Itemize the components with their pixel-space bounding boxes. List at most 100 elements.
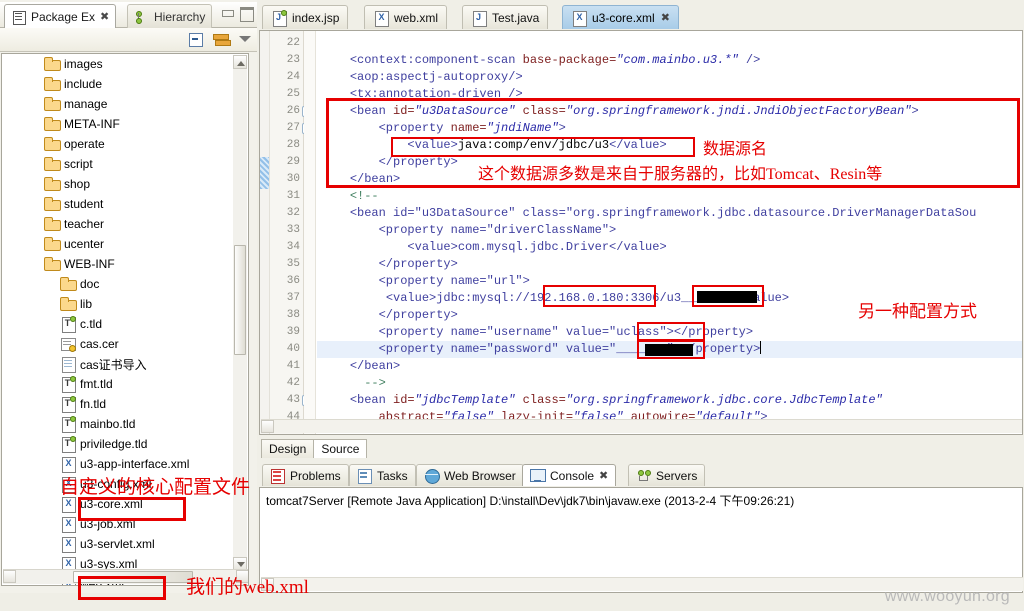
tree-item-u3-servlet-xml[interactable]: u3-servlet.xml <box>2 534 234 554</box>
editor-tab-web-xml[interactable]: web.xml <box>364 5 448 29</box>
tree-item-ucenter[interactable]: ucenter <box>2 234 234 254</box>
tree-item-doc[interactable]: doc <box>2 274 234 294</box>
line-number: 28 <box>286 139 300 151</box>
tab-tasks[interactable]: Tasks <box>349 464 416 486</box>
code-line[interactable]: </bean> <box>317 358 1022 375</box>
tree-item-images[interactable]: images <box>2 54 234 74</box>
tree-item-include[interactable]: include <box>2 74 234 94</box>
tree-item-operate[interactable]: operate <box>2 134 234 154</box>
tree-item-cas[interactable]: cas证书导入 <box>2 354 234 374</box>
editor-tab-u3-core-xml[interactable]: u3-core.xml ✖ <box>562 5 679 29</box>
tree-item-u3-app-interface-xml[interactable]: u3-app-interface.xml <box>2 454 234 474</box>
tree-item-script[interactable]: script <box>2 154 234 174</box>
tasks-icon <box>357 468 372 484</box>
code-line[interactable]: <tx:annotation-driven /> <box>317 86 1022 103</box>
code-line[interactable]: <property name="driverClassName"> <box>317 222 1022 239</box>
maximize-icon[interactable] <box>240 7 254 22</box>
code-line[interactable]: </property> <box>317 256 1022 273</box>
tree-item-c-tld[interactable]: c.tld <box>2 314 234 334</box>
tree-item-shop[interactable]: shop <box>2 174 234 194</box>
link-with-editor-icon[interactable] <box>212 31 231 47</box>
tree-item-fmt-tld[interactable]: fmt.tld <box>2 374 234 394</box>
code-line[interactable]: --> <box>317 375 1022 392</box>
line-number: 32 <box>286 207 300 219</box>
tab-source[interactable]: Source <box>313 439 368 458</box>
tree-item-web-inf[interactable]: WEB-INF <box>2 254 234 274</box>
code-line[interactable]: <property name="jndiName"> <box>317 120 1022 137</box>
code-line[interactable]: <!-- <box>317 188 1022 205</box>
certificate-file-icon <box>60 336 76 352</box>
folder-icon <box>44 136 61 152</box>
line-number-ruler: 22 23 24 25 26 27 28 29 30 31 32 33 34 35 36 37 38 39 40 41… <box>270 31 313 434</box>
editor-gutter[interactable] <box>260 31 270 434</box>
tree-item-lib[interactable]: lib <box>2 294 234 314</box>
tree-item-meta-inf[interactable]: META-INF <box>2 114 234 134</box>
tree-item-fn-tld[interactable]: fn.tld <box>2 394 234 414</box>
tab-console[interactable]: Console ✖ <box>522 464 617 486</box>
editor-tab-label: Test.java <box>492 10 540 25</box>
xml-file-icon <box>60 516 76 533</box>
tree-item-mainbo-tld[interactable]: mainbo.tld <box>2 414 234 434</box>
close-icon[interactable]: ✖ <box>100 10 109 23</box>
code-line[interactable]: <aop:aspectj-autoproxy/> <box>317 69 1022 86</box>
close-icon[interactable]: ✖ <box>599 469 608 482</box>
tree-item-cas-cer[interactable]: cas.cer <box>2 334 234 354</box>
scroll-left-icon[interactable] <box>3 570 16 583</box>
code-line[interactable]: <property name="username" value="uclass"… <box>317 324 1022 341</box>
close-icon[interactable]: ✖ <box>661 11 670 24</box>
web-browser-icon <box>424 468 440 484</box>
source-editor[interactable]: 22 23 24 25 26 27 28 29 30 31 32 33 34 35 36 37 38 39 40 41… <box>259 30 1023 435</box>
folder-icon <box>44 256 61 272</box>
code-line[interactable] <box>317 35 1022 52</box>
editor-tab-index-jsp[interactable]: index.jsp <box>262 5 349 29</box>
view-tab-package-explorer[interactable]: Package Ex ✖ <box>4 4 117 28</box>
tree-item-label: teacher <box>64 217 105 231</box>
tld-file-icon <box>60 416 76 433</box>
package-explorer-icon <box>11 9 27 25</box>
tree-item-label: cas证书导入 <box>80 357 147 372</box>
tree-item-priviledge-tld[interactable]: priviledge.tld <box>2 434 234 454</box>
line-number: 41 <box>286 360 300 372</box>
view-tab-hierarchy[interactable]: Hierarchy <box>127 4 213 28</box>
code-line[interactable]: <context:component-scan base-package="co… <box>317 52 1022 69</box>
folder-icon <box>60 296 77 312</box>
tab-problems[interactable]: Problems <box>262 464 349 486</box>
scroll-up-icon[interactable] <box>233 55 247 69</box>
tree-item-student[interactable]: student <box>2 194 234 214</box>
code-line[interactable]: <property name="url"> <box>317 273 1022 290</box>
document-file-icon <box>60 356 76 373</box>
project-tree[interactable]: images include manage META-INF operate script… <box>1 53 249 586</box>
scroll-left-icon[interactable] <box>261 420 274 433</box>
xml-file-icon <box>571 10 587 27</box>
tree-item-u3-job-xml[interactable]: u3-job.xml <box>2 514 234 534</box>
code-line[interactable]: <value>com.mysql.jdbc.Driver</value> <box>317 239 1022 256</box>
scroll-thumb[interactable] <box>234 245 246 355</box>
minimize-icon[interactable] <box>221 7 234 18</box>
code-line[interactable]: <bean id="u3DataSource" class="org.sprin… <box>317 103 1022 120</box>
tree-item-label: student <box>64 197 104 211</box>
tree-item-teacher[interactable]: teacher <box>2 214 234 234</box>
console-panel[interactable]: tomcat7Server [Remote Java Application] … <box>259 487 1023 593</box>
tab-web-browser[interactable]: Web Browser <box>416 464 524 486</box>
tree-item-label: shop <box>64 177 91 191</box>
tree-item-manage[interactable]: manage <box>2 94 234 114</box>
tree-item-label: cas.cer <box>80 337 119 351</box>
line-number: 29 <box>286 156 300 168</box>
editor-horizontal-scrollbar[interactable] <box>261 419 1022 433</box>
code-line[interactable]: <bean id="u3DataSource" class="org.sprin… <box>317 205 1022 222</box>
tab-design[interactable]: Design <box>261 439 315 458</box>
line-number: 26 <box>270 103 313 120</box>
line-number: 40 <box>286 343 300 355</box>
tld-file-icon <box>60 316 76 333</box>
fold-column[interactable] <box>304 31 316 434</box>
code-line[interactable]: <value>java:comp/env/jdbc/u3</value> <box>317 137 1022 154</box>
code-content[interactable]: <context:component-scan base-package="co… <box>317 31 1022 434</box>
code-line[interactable]: <bean id="jdbcTemplate" class="org.sprin… <box>317 392 1022 409</box>
editor-tab-test-java[interactable]: Test.java <box>462 5 549 29</box>
tree-vertical-scrollbar[interactable] <box>233 55 247 585</box>
line-number: 37 <box>286 292 300 304</box>
view-menu-icon[interactable] <box>239 33 251 45</box>
tab-servers[interactable]: Servers <box>628 464 706 486</box>
scroll-thumb-h[interactable] <box>73 571 193 583</box>
collapse-all-icon[interactable] <box>187 31 203 47</box>
